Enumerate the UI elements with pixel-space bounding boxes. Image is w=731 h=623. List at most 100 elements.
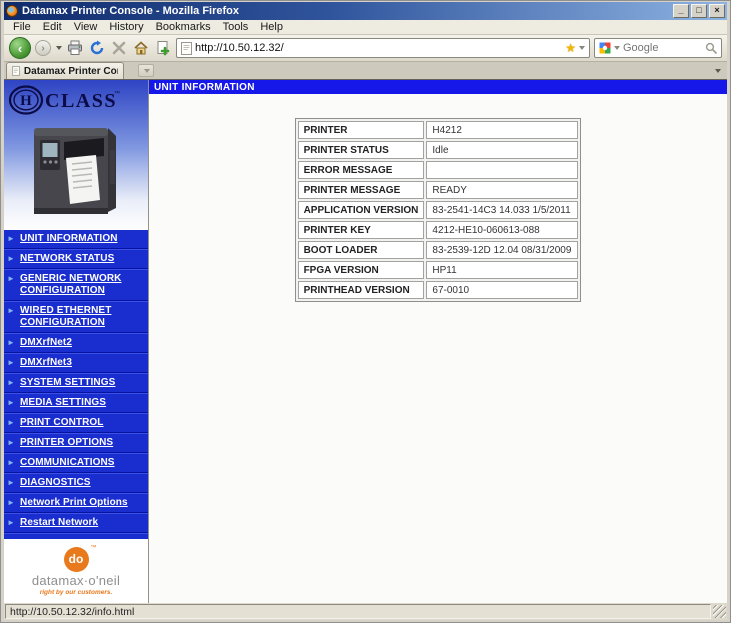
triangle-bullet-icon: ►: [7, 418, 15, 427]
sidebar-nav-label: Restart Network: [20, 517, 99, 528]
forward-button[interactable]: ›: [35, 40, 51, 56]
menu-item[interactable]: File: [8, 21, 36, 33]
sidebar-nav-label: UNIT INFORMATION: [20, 233, 118, 244]
tab-datamax-printer-console[interactable]: Datamax Printer Console: [6, 62, 124, 79]
tab-page-icon: [12, 66, 20, 76]
page-content: H CLASS ™ ► UNIT INFORMATION ► NETWORK S…: [4, 80, 727, 603]
table-row: PRINTER STATUS Idle: [297, 141, 579, 159]
table-row-label: ERROR MESSAGE: [297, 161, 425, 179]
close-button[interactable]: ×: [709, 4, 725, 18]
menu-item[interactable]: Tools: [218, 21, 254, 33]
reload-icon: [90, 40, 104, 55]
unit-information-table: PRINTER H4212 PRINTER STATUS Idle ERROR …: [294, 118, 582, 302]
trademark-symbol: ™: [90, 544, 97, 551]
home-button[interactable]: [132, 39, 150, 57]
sidebar-nav-item[interactable]: ► GENERIC NETWORK CONFIGURATION: [4, 269, 148, 301]
table-row-value: [426, 161, 579, 179]
menu-item[interactable]: View: [69, 21, 103, 33]
sidebar-nav-item[interactable]: ► UNIT INFORMATION: [4, 230, 148, 249]
triangle-bullet-icon: ►: [7, 458, 15, 467]
search-engine-dropdown-icon[interactable]: [614, 46, 620, 50]
new-tab-strip-button[interactable]: [138, 64, 154, 77]
stop-icon: [112, 41, 126, 55]
table-row-label: PRINTER STATUS: [297, 141, 425, 159]
faded-arrow-icon: [143, 68, 150, 73]
sidebar-nav-item[interactable]: ► PRINTER OPTIONS: [4, 433, 148, 453]
printer-image: [34, 128, 116, 214]
google-icon: [599, 42, 611, 54]
svg-text:CLASS: CLASS: [45, 90, 117, 112]
tab-label: Datamax Printer Console: [23, 65, 118, 77]
datamax-brand-text: datamax·o'neil: [31, 572, 121, 588]
tab-bar: Datamax Printer Console: [4, 62, 727, 80]
table-row: ERROR MESSAGE: [297, 161, 579, 179]
sidebar-nav-item[interactable]: ► DMXrfNet3: [4, 353, 148, 373]
search-magnifier-icon[interactable]: [705, 42, 717, 54]
table-row-value: 83-2539-12D 12.04 08/31/2009: [426, 241, 579, 259]
table-row-label: PRINTER MESSAGE: [297, 181, 425, 199]
triangle-bullet-icon: ►: [7, 306, 15, 315]
list-all-tabs-button[interactable]: [710, 64, 725, 77]
sidebar-nav-item[interactable]: ► Restart Network: [4, 513, 148, 533]
status-bar: http://10.50.12.32/info.html: [4, 603, 727, 620]
location-bar[interactable]: ★: [176, 38, 590, 58]
datamax-do-icon: do ™: [63, 545, 97, 572]
sidebar-nav-label: GENERIC NETWORK CONFIGURATION: [20, 273, 122, 296]
print-button[interactable]: [66, 39, 84, 57]
sidebar-nav-item[interactable]: ► WIRED ETHERNET CONFIGURATION: [4, 301, 148, 333]
sidebar-nav-item[interactable]: ► SYSTEM SETTINGS: [4, 373, 148, 393]
menu-item[interactable]: Bookmarks: [151, 21, 216, 33]
reload-button[interactable]: [88, 39, 106, 57]
resize-grip[interactable]: [713, 605, 726, 618]
menu-item[interactable]: Help: [255, 21, 288, 33]
table-row: FPGA VERSION HP11: [297, 261, 579, 279]
sidebar-nav-item[interactable]: ► Network Print Options: [4, 493, 148, 513]
search-bar[interactable]: [594, 38, 722, 58]
sidebar-nav: ► UNIT INFORMATION ► NETWORK STATUS ► GE…: [4, 230, 148, 537]
url-dropdown-icon[interactable]: [579, 46, 585, 50]
list-all-tabs-icon: [715, 68, 721, 73]
sidebar-nav-label: DMXrfNet3: [20, 357, 73, 368]
triangle-bullet-icon: ►: [7, 498, 15, 507]
table-row-value: Idle: [426, 141, 579, 159]
datamax-tagline: right by our customers.: [39, 588, 113, 596]
h-class-logo: H CLASS ™: [8, 85, 120, 115]
sidebar-nav-item[interactable]: ► COMMUNICATIONS: [4, 453, 148, 473]
menu-item[interactable]: History: [104, 21, 148, 33]
history-dropdown-icon[interactable]: [56, 46, 62, 50]
table-row: PRINTER H4212: [297, 121, 579, 139]
search-input[interactable]: [623, 42, 702, 54]
firefox-icon: [6, 5, 18, 17]
bookmark-star-icon[interactable]: ★: [565, 42, 576, 54]
sidebar-footer-logo: do ™ datamax·o'neil right by our custome…: [4, 537, 148, 603]
sidebar-nav-item[interactable]: ► PRINT CONTROL: [4, 413, 148, 433]
triangle-bullet-icon: ►: [7, 478, 15, 487]
sidebar-nav-item[interactable]: ► NETWORK STATUS: [4, 249, 148, 269]
window-title: Datamax Printer Console - Mozilla Firefo…: [22, 5, 239, 17]
printer-icon: [68, 40, 82, 55]
triangle-bullet-icon: ►: [7, 254, 15, 263]
sidebar-nav-label: DMXrfNet2: [20, 337, 73, 348]
table-row: PRINTER KEY 4212-HE10-060613-088: [297, 221, 579, 239]
menu-item[interactable]: Edit: [38, 21, 67, 33]
table-row: PRINTHEAD VERSION 67-0010: [297, 281, 579, 299]
new-tab-button[interactable]: [154, 39, 172, 57]
sidebar-nav-label: PRINTER OPTIONS: [20, 437, 114, 448]
triangle-bullet-icon: ►: [7, 398, 15, 407]
sidebar-nav-item[interactable]: ► MEDIA SETTINGS: [4, 393, 148, 413]
stop-button[interactable]: [110, 39, 128, 57]
page-title: UNIT INFORMATION: [149, 80, 727, 94]
title-bar: Datamax Printer Console - Mozilla Firefo…: [4, 2, 727, 20]
maximize-button[interactable]: □: [691, 4, 707, 18]
browser-window: Datamax Printer Console - Mozilla Firefo…: [0, 0, 731, 623]
back-button[interactable]: ‹: [9, 37, 31, 59]
triangle-bullet-icon: ►: [7, 358, 15, 367]
table-row-label: FPGA VERSION: [297, 261, 425, 279]
minimize-button[interactable]: _: [673, 4, 689, 18]
url-input[interactable]: [195, 42, 563, 54]
sidebar-nav-item[interactable]: ► DMXrfNet2: [4, 333, 148, 353]
main-panel: UNIT INFORMATION PRINTER H4212 PRINTER S…: [149, 80, 727, 603]
home-icon: [134, 41, 148, 55]
sidebar-nav-item[interactable]: ► DIAGNOSTICS: [4, 473, 148, 493]
table-row-label: BOOT LOADER: [297, 241, 425, 259]
